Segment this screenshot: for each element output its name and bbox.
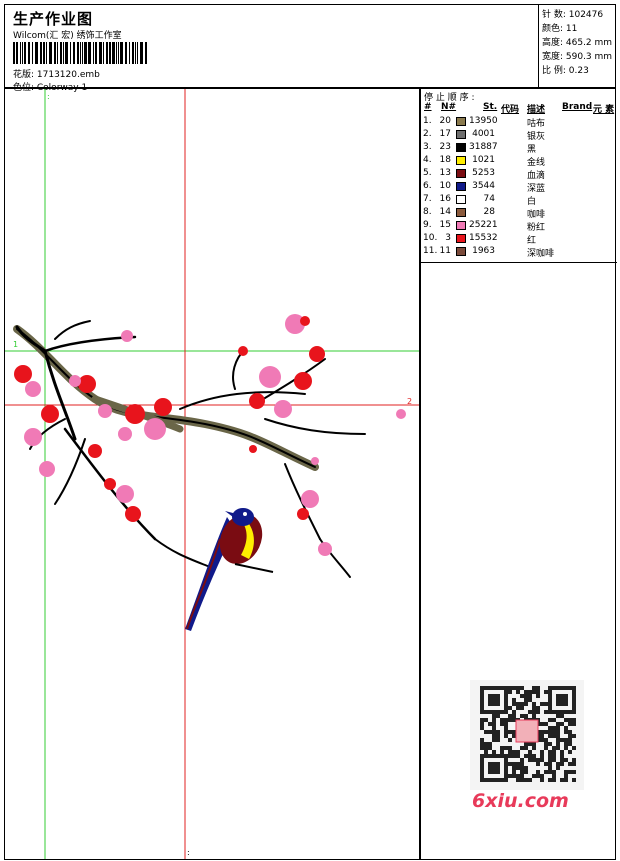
row-needle: 15 xyxy=(439,220,451,230)
guide-label-2: 2 xyxy=(407,397,412,406)
row-index: 4. xyxy=(423,155,432,165)
table-row: 10. 3 15532 红 xyxy=(421,233,617,246)
color-count: 颜色: 11 xyxy=(542,24,578,34)
row-code: 74 xyxy=(483,194,495,204)
row-index: 10. xyxy=(423,233,438,243)
row-index: 2. xyxy=(423,129,432,139)
bird xyxy=(185,508,274,631)
row-description: 咕布 xyxy=(527,119,546,129)
color-swatch xyxy=(456,117,466,126)
color-swatch xyxy=(456,221,466,230)
row-description: 银灰 xyxy=(527,132,546,142)
row-description: 深咖啡 xyxy=(527,249,555,259)
watermark-logo: 6xiu.com xyxy=(472,790,569,812)
studio-subtitle: Wilcom(汇 宏) 绣饰工作室 xyxy=(13,31,122,41)
color-swatch xyxy=(456,208,466,217)
row-index: 5. xyxy=(423,168,432,178)
design-width: 宽度: 590.3 mm xyxy=(542,52,613,62)
color-swatch xyxy=(456,143,466,152)
header-brand: Brand xyxy=(562,102,593,112)
row-code: 5253 xyxy=(472,168,495,178)
header-element: 元 素 xyxy=(593,105,615,115)
design-height: 高度: 465.2 mm xyxy=(542,38,613,48)
table-row: 6. 10 3544 深蓝 xyxy=(421,181,617,194)
row-index: 7. xyxy=(423,194,432,204)
stitch-count: 针 数: 102476 xyxy=(542,10,604,20)
table-row: 5. 13 5253 血滴 xyxy=(421,168,617,181)
table-row: 3. 23 31887 黑 xyxy=(421,142,617,155)
color-swatch xyxy=(456,195,466,204)
row-code: 13950 xyxy=(469,116,498,126)
qr-code xyxy=(470,680,584,790)
header-index: # xyxy=(424,102,432,112)
color-swatch xyxy=(456,247,466,256)
row-needle: 17 xyxy=(439,129,451,139)
row-needle: 3 xyxy=(445,233,451,243)
barcode xyxy=(13,42,147,64)
row-needle: 14 xyxy=(439,207,451,217)
row-code: 28 xyxy=(483,207,495,217)
row-code: 1963 xyxy=(472,246,495,256)
row-code: 31887 xyxy=(469,142,498,152)
row-needle: 10 xyxy=(439,181,451,191)
row-description: 咖啡 xyxy=(527,210,546,220)
embroidery-preview: 1 2 : : xyxy=(5,89,419,859)
row-index: 9. xyxy=(423,220,432,230)
color-sequence-table: 停 止 顺 序 : # N# St. 代码 描述 Brand 元 素 1. 20 1… xyxy=(421,89,617,263)
guide-label-bottom: : xyxy=(187,848,190,857)
design-canvas: 1 2 : : xyxy=(4,88,420,860)
row-needle: 23 xyxy=(439,142,451,152)
table-row: 1. 20 13950 咕布 xyxy=(421,116,617,129)
row-description: 黑 xyxy=(527,145,537,155)
header-code: 代码 xyxy=(501,105,520,115)
color-swatch xyxy=(456,169,466,178)
guide-label-top: : xyxy=(47,92,50,101)
header-desc: 描述 xyxy=(527,105,546,115)
table-row: 8. 14 28 咖啡 xyxy=(421,207,617,220)
color-swatch xyxy=(456,182,466,191)
row-code: 3544 xyxy=(472,181,495,191)
row-needle: 11 xyxy=(439,246,451,256)
color-swatch xyxy=(456,130,466,139)
row-needle: 20 xyxy=(439,116,451,126)
table-row: 9. 15 25221 粉红 xyxy=(421,220,617,233)
row-needle: 18 xyxy=(439,155,451,165)
design-file-label: 花版: 1713120.emb xyxy=(13,70,100,80)
row-description: 深蓝 xyxy=(527,184,546,194)
page-title: 生产作业图 xyxy=(13,10,94,28)
table-row: 4. 18 1021 金线 xyxy=(421,155,617,168)
header-st: St. xyxy=(483,102,498,112)
row-index: 6. xyxy=(423,181,432,191)
row-index: 3. xyxy=(423,142,432,152)
scale-ratio: 比 例: 0.23 xyxy=(542,66,589,76)
row-code: 4001 xyxy=(472,129,495,139)
header: 生产作业图 Wilcom(汇 宏) 绣饰工作室 花版: 1713120.emb … xyxy=(4,4,616,93)
row-description: 金线 xyxy=(527,158,546,168)
color-swatch xyxy=(456,234,466,243)
row-index: 11. xyxy=(423,246,438,256)
row-description: 白 xyxy=(527,197,537,207)
guide-label-1: 1 xyxy=(13,340,18,349)
row-needle: 13 xyxy=(439,168,451,178)
table-row: 7. 16 74 白 xyxy=(421,194,617,207)
row-code: 15532 xyxy=(469,233,498,243)
table-row: 11. 11 1963 深咖啡 xyxy=(421,246,617,259)
row-code: 25221 xyxy=(469,220,498,230)
guide-lines xyxy=(5,89,419,859)
row-description: 粉红 xyxy=(527,223,546,233)
table-row: 2. 17 4001 银灰 xyxy=(421,129,617,142)
stats-panel: 针 数: 102476 颜色: 11 高度: 465.2 mm 宽度: 590.… xyxy=(538,4,617,88)
row-description: 血滴 xyxy=(527,171,546,181)
row-index: 8. xyxy=(423,207,432,217)
row-needle: 16 xyxy=(439,194,451,204)
color-swatch xyxy=(456,156,466,165)
row-description: 红 xyxy=(527,236,537,246)
row-code: 1021 xyxy=(472,155,495,165)
header-num: N# xyxy=(441,102,457,112)
row-index: 1. xyxy=(423,116,432,126)
